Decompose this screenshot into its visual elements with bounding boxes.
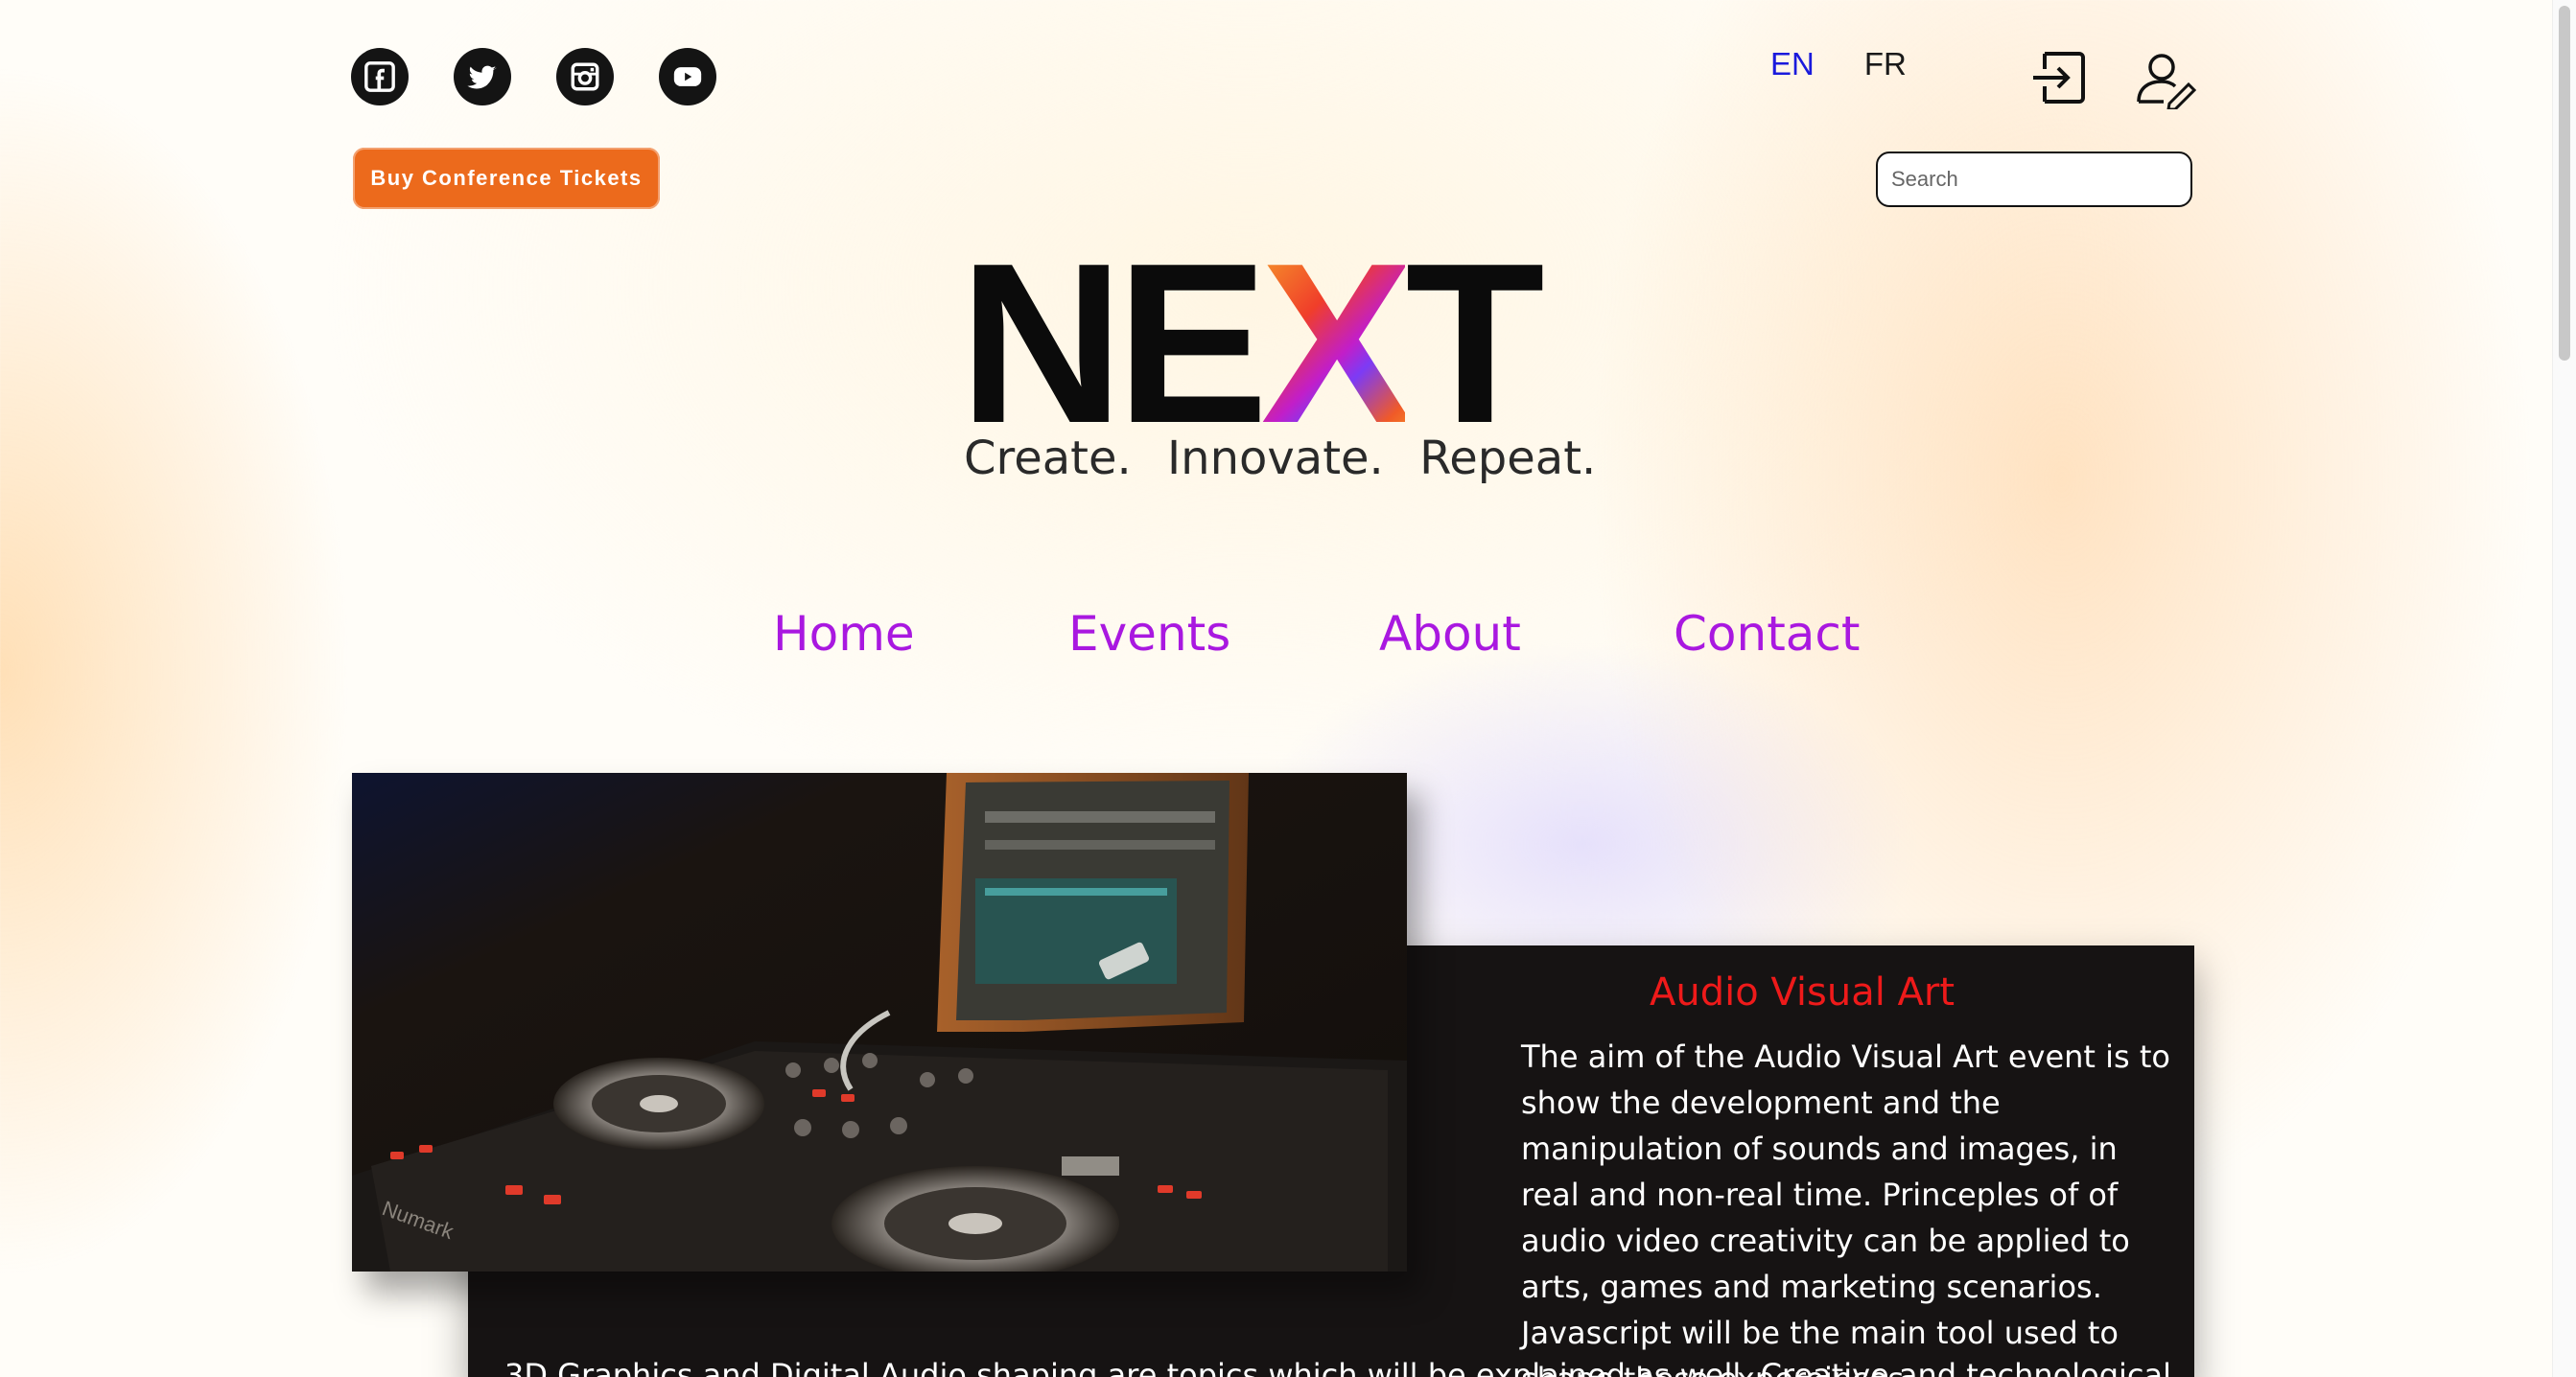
instagram-icon[interactable] [556, 48, 614, 105]
next-logo: NE X T Create. Innovate. Repeat. [959, 217, 1596, 499]
language-switcher: EN FR [1770, 46, 1907, 82]
language-en[interactable]: EN [1770, 46, 1815, 82]
event-title: Audio Visual Art [1650, 970, 1955, 1015]
twitter-icon[interactable] [454, 48, 511, 105]
scrollbar-thumb[interactable] [2559, 6, 2570, 361]
facebook-icon[interactable] [351, 48, 409, 105]
nav-contact[interactable]: Contact [1674, 606, 1861, 662]
search-input[interactable] [1876, 152, 2192, 207]
event-description: The aim of the Audio Visual Art event is… [1521, 1039, 2170, 1377]
dj-controller-image: Numark [352, 773, 1407, 1272]
nav-about[interactable]: About [1379, 606, 1521, 662]
edit-profile-icon[interactable] [2135, 50, 2196, 109]
login-icon[interactable] [2031, 48, 2089, 107]
nav-home[interactable]: Home [773, 606, 915, 662]
event-description-continued: 3D Graphics and Digital Audio shaping ar… [504, 1357, 2171, 1377]
language-fr[interactable]: FR [1864, 46, 1907, 82]
logo-letters-ne: NE [959, 217, 1269, 471]
logo-letter-x: X [1260, 217, 1414, 471]
logo-wordmark: NE X T [959, 217, 1545, 471]
social-links [351, 48, 716, 105]
buy-tickets-button[interactable]: Buy Conference Tickets [353, 148, 660, 209]
youtube-icon[interactable] [659, 48, 716, 105]
nav-events[interactable]: Events [1068, 606, 1230, 662]
logo-letter-t: T [1405, 217, 1544, 471]
logo-tagline: Create. Innovate. Repeat. [964, 432, 1597, 485]
main-nav: Home Events About Contact [0, 606, 2576, 664]
page-scrollbar[interactable] [2552, 0, 2576, 1377]
